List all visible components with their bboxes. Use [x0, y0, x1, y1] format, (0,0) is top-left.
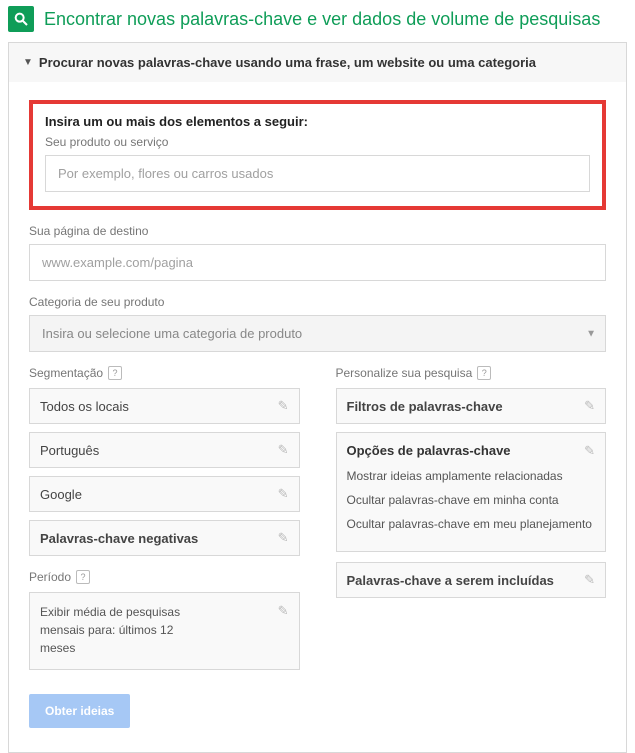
filters-chip[interactable]: Filtros de palavras-chave ✎ [336, 388, 607, 424]
pencil-icon: ✎ [278, 398, 289, 414]
category-label: Categoria de seu produto [29, 295, 606, 309]
period-box[interactable]: Exibir média de pesquisas mensais para: … [29, 592, 300, 670]
chevron-down-icon: ▼ [586, 328, 596, 339]
category-select[interactable]: Insira ou selecione uma categoria de pro… [29, 315, 606, 352]
targeting-location[interactable]: Todos os locais ✎ [29, 388, 300, 424]
page-header: Encontrar novas palavras-chave e ver dad… [0, 0, 635, 42]
product-label: Seu produto ou serviço [45, 135, 590, 149]
period-label: Período ? [29, 570, 300, 584]
page-title: Encontrar novas palavras-chave e ver dad… [44, 9, 600, 30]
pencil-icon: ✎ [584, 572, 595, 588]
right-column: Personalize sua pesquisa ? Filtros de pa… [336, 366, 607, 670]
help-icon[interactable]: ? [76, 570, 90, 584]
pencil-icon: ✎ [584, 398, 595, 414]
customize-label: Personalize sua pesquisa ? [336, 366, 607, 380]
landing-input[interactable] [29, 244, 606, 281]
highlight-title: Insira um ou mais dos elementos a seguir… [45, 114, 590, 129]
targeting-label: Segmentação ? [29, 366, 300, 380]
columns: Segmentação ? Todos os locais ✎ Portuguê… [29, 366, 606, 670]
pencil-icon: ✎ [278, 603, 289, 619]
targeting-negative[interactable]: Palavras-chave negativas ✎ [29, 520, 300, 556]
panel-toggle[interactable]: ▼ Procurar novas palavras-chave usando u… [9, 43, 626, 82]
panel-title: Procurar novas palavras-chave usando uma… [39, 55, 536, 70]
category-group: Categoria de seu produto Insira ou selec… [29, 295, 606, 352]
help-icon[interactable]: ? [477, 366, 491, 380]
keyword-options-box[interactable]: Opções de palavras-chave ✎ Mostrar ideia… [336, 432, 607, 552]
panel-body: Insira um ou mais dos elementos a seguir… [9, 82, 626, 752]
left-column: Segmentação ? Todos os locais ✎ Portuguê… [29, 366, 300, 670]
pencil-icon: ✎ [278, 442, 289, 458]
product-input[interactable] [45, 155, 590, 192]
targeting-network[interactable]: Google ✎ [29, 476, 300, 512]
help-icon[interactable]: ? [108, 366, 122, 380]
include-chip[interactable]: Palavras-chave a serem incluídas ✎ [336, 562, 607, 598]
pencil-icon: ✎ [278, 486, 289, 502]
targeting-language[interactable]: Português ✎ [29, 432, 300, 468]
pencil-icon: ✎ [584, 443, 595, 459]
submit-row: Obter ideias [29, 694, 606, 728]
get-ideas-button[interactable]: Obter ideias [29, 694, 130, 728]
landing-label: Sua página de destino [29, 224, 606, 238]
search-icon [8, 6, 34, 32]
main-panel: ▼ Procurar novas palavras-chave usando u… [8, 42, 627, 753]
highlight-box: Insira um ou mais dos elementos a seguir… [29, 100, 606, 210]
caret-down-icon: ▼ [23, 57, 33, 68]
pencil-icon: ✎ [278, 530, 289, 546]
landing-group: Sua página de destino [29, 224, 606, 281]
options-list: Mostrar ideias amplamente relacionadas O… [347, 467, 596, 533]
